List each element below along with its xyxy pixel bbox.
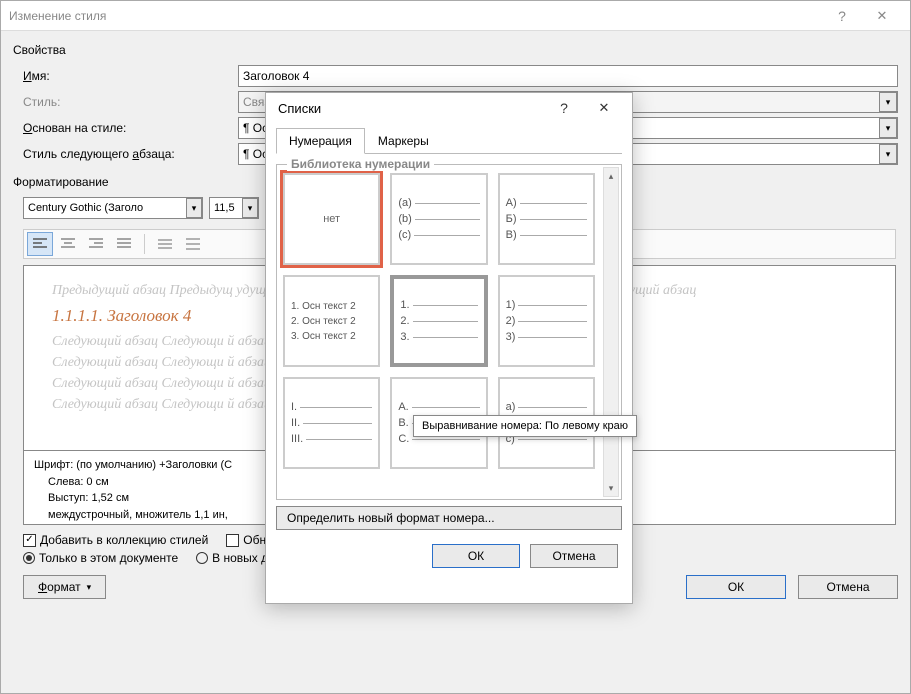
num-sample: 3): [506, 331, 516, 343]
lists-tabs: Нумерация Маркеры: [276, 127, 622, 154]
main-title: Изменение стиля: [9, 9, 822, 23]
main-titlebar: Изменение стиля ? ✕: [1, 1, 910, 31]
numbering-library: Библиотека нумерации ▴ ▾ нет (a) (b) (c)…: [276, 164, 622, 500]
lists-cancel-button[interactable]: Отмена: [530, 544, 618, 568]
num-sample: II.: [291, 417, 300, 429]
lists-dialog: Списки ? ✕ Нумерация Маркеры Библиотека …: [265, 92, 633, 604]
ok-button[interactable]: ОК: [686, 575, 786, 599]
numbering-option[interactable]: А) Б) В): [498, 173, 595, 265]
numbering-option[interactable]: 1. Осн текст 2 2. Осн текст 2 3. Осн тек…: [283, 275, 380, 367]
num-sample: 1.: [400, 299, 409, 311]
lists-title: Списки: [274, 101, 544, 116]
num-sample: В): [506, 229, 517, 241]
num-sample: a): [506, 401, 516, 413]
chevron-down-icon[interactable]: ▾: [879, 144, 897, 164]
tab-numbering[interactable]: Нумерация: [276, 128, 365, 154]
chevron-down-icon[interactable]: ▾: [242, 198, 258, 218]
num-sample: (a): [398, 197, 411, 209]
none-label: нет: [291, 213, 372, 225]
num-sample: 3.: [400, 331, 409, 343]
font-name-combo[interactable]: [23, 197, 203, 219]
num-sample: 1. Осн текст 2: [291, 301, 356, 312]
tab-bullets[interactable]: Маркеры: [365, 128, 442, 154]
line-spacing-1-button[interactable]: [152, 232, 178, 256]
tooltip: Выравнивание номера: По левому краю: [413, 415, 637, 437]
name-label: ИИмя:мя:: [23, 69, 238, 83]
num-sample: C.: [398, 433, 409, 445]
num-sample: 2): [506, 315, 516, 327]
num-sample: А): [506, 197, 517, 209]
chevron-down-icon[interactable]: ▾: [879, 118, 897, 138]
numbering-option[interactable]: I. II. III.: [283, 377, 380, 469]
num-sample: (c): [398, 229, 411, 241]
scroll-up-icon[interactable]: ▴: [604, 168, 618, 184]
library-title: Библиотека нумерации: [287, 157, 434, 171]
style-type-label: Стиль:: [23, 95, 238, 109]
num-sample: 3. Осн текст 2: [291, 331, 356, 342]
next-style-label: Стиль следующего абзаца:Стиль следующего…: [23, 147, 238, 161]
chevron-down-icon[interactable]: ▾: [879, 92, 897, 112]
help-button[interactable]: ?: [544, 94, 584, 122]
num-sample: 2.: [400, 315, 409, 327]
format-menu-button[interactable]: ФорматФормат▾: [23, 575, 106, 599]
num-sample: B.: [398, 417, 408, 429]
name-input[interactable]: [238, 65, 898, 87]
align-left-button[interactable]: [27, 232, 53, 256]
checkbox-label: Добавить в коллекцию стилей: [40, 533, 208, 547]
only-this-doc-radio[interactable]: Только в этом документе: [23, 551, 178, 565]
num-sample: 1): [506, 299, 516, 311]
numbering-none[interactable]: нет: [283, 173, 380, 265]
align-justify-button[interactable]: [111, 232, 137, 256]
num-sample: 2. Осн текст 2: [291, 316, 356, 327]
close-button[interactable]: ✕: [584, 94, 624, 122]
align-right-button[interactable]: [83, 232, 109, 256]
lists-ok-button[interactable]: ОК: [432, 544, 520, 568]
radio-label: Только в этом документе: [39, 551, 178, 565]
num-sample: A.: [398, 401, 408, 413]
scroll-down-icon[interactable]: ▾: [604, 480, 618, 496]
properties-label: Свойства: [13, 43, 898, 57]
radio-checked-icon: [23, 552, 35, 564]
checkbox-checked-icon: ✓: [23, 534, 36, 547]
cancel-button[interactable]: Отмена: [798, 575, 898, 599]
numbering-option[interactable]: (a) (b) (c): [390, 173, 487, 265]
num-sample: (b): [398, 213, 411, 225]
line-spacing-15-button[interactable]: [180, 232, 206, 256]
scrollbar[interactable]: ▴ ▾: [603, 167, 619, 497]
checkbox-unchecked-icon: [226, 534, 239, 547]
numbering-option[interactable]: 1. 2. 3.: [390, 275, 487, 367]
chevron-down-icon[interactable]: ▾: [186, 198, 202, 218]
num-sample: III.: [291, 433, 303, 445]
help-button[interactable]: ?: [822, 2, 862, 30]
radio-unchecked-icon: [196, 552, 208, 564]
num-sample: I.: [291, 401, 297, 413]
add-to-collection-checkbox[interactable]: ✓ Добавить в коллекцию стилей: [23, 533, 208, 547]
close-button[interactable]: ✕: [862, 2, 902, 30]
numbering-option[interactable]: 1) 2) 3): [498, 275, 595, 367]
define-new-format-button[interactable]: Определить новый формат номера...: [276, 506, 622, 530]
lists-titlebar: Списки ? ✕: [266, 93, 632, 123]
chevron-down-icon: ▾: [87, 582, 92, 593]
align-center-button[interactable]: [55, 232, 81, 256]
based-on-label: Основан на стиле:Основан на стиле:: [23, 121, 238, 135]
num-sample: Б): [506, 213, 517, 225]
